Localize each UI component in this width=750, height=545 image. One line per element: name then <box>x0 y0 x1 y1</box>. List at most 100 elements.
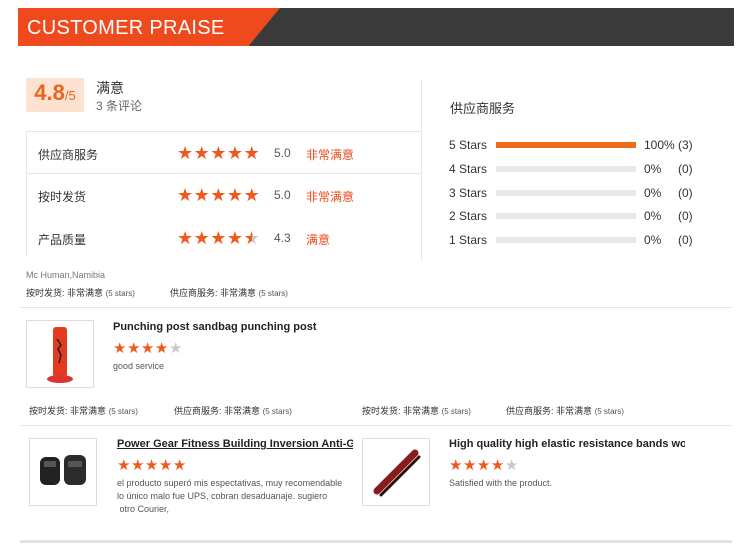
product-stars-resistance-bands: ★★★★★ <box>449 458 519 473</box>
criteria-score-delivery: 5.0 <box>274 188 291 202</box>
product-stars-inversion-boots: ★★★★★ <box>117 458 187 473</box>
review-line: lo único malo fue UPS, cobran desaduanaj… <box>117 491 328 501</box>
review-line: el producto superó mis espectativas, muy… <box>117 478 343 488</box>
dist-label-2: 2 Stars <box>449 209 488 223</box>
star-icon: ★ <box>210 185 227 205</box>
delivery-stars: (5 stars) <box>108 407 138 416</box>
product-delivery-rating: 按时发货: 非常满意 (5 stars) <box>29 404 138 417</box>
dist-label-1: 1 Stars <box>449 233 488 247</box>
product-review-inversion-boots: el producto superó mis espectativas, muy… <box>117 477 342 516</box>
product-title-resistance-bands[interactable]: High quality high elastic resistance ban… <box>449 438 685 450</box>
star-icon: ★ <box>476 457 491 474</box>
service-label: 供应商服务: <box>506 406 554 416</box>
divider <box>26 173 421 174</box>
divider <box>26 131 421 132</box>
divider <box>20 425 732 426</box>
criteria-label-service: 供应商服务 <box>38 148 99 162</box>
product-title-punching-post[interactable]: Punching post sandbag punching post <box>113 321 333 333</box>
resistance-bands-image <box>373 449 421 497</box>
dist-count-2: (0) <box>678 209 693 223</box>
service-value: 非常满意 <box>220 288 257 298</box>
delivery-label: 按时发货: <box>362 406 401 416</box>
star-icon: ★ <box>130 457 145 474</box>
service-stars: (5 stars) <box>258 289 288 298</box>
dist-label-5: 5 Stars <box>449 138 488 152</box>
star-icon: ★ <box>144 457 159 474</box>
dist-bar-1 <box>496 237 636 243</box>
star-icon: ★ <box>210 228 227 248</box>
criteria-label-quality: 产品质量 <box>38 233 87 247</box>
star-icon: ★ <box>462 457 477 474</box>
service-value: 非常满意 <box>556 406 593 416</box>
overall-rating-desc: 满意 <box>96 80 124 96</box>
dist-bar-fill <box>496 142 636 148</box>
product-thumbnail-punching-post[interactable] <box>26 320 94 388</box>
star-icon: ★ <box>210 143 227 163</box>
dist-count-3: (0) <box>678 186 693 200</box>
service-stars: (5 stars) <box>262 407 292 416</box>
service-label: 供应商服务: <box>170 288 218 298</box>
delivery-label: 按时发货: <box>26 288 65 298</box>
bottom-rule <box>20 540 732 543</box>
divider <box>20 307 732 308</box>
overall-rating-badge: 4.8 /5 <box>26 78 84 112</box>
dist-bar-4 <box>496 166 636 172</box>
delivery-stars: (5 stars) <box>105 289 135 298</box>
dist-pct-5: 100% <box>644 138 675 152</box>
reviewer-delivery-rating: 按时发货: 非常满意 (5 stars) <box>26 286 135 299</box>
overall-score-max: /5 <box>64 88 76 103</box>
criteria-text-delivery: 非常满意 <box>306 190 355 204</box>
service-stars: (5 stars) <box>594 407 624 416</box>
star-icon: ★ <box>243 185 261 205</box>
product-review-resistance-bands: Satisfied with the product. <box>449 478 553 488</box>
star-icon: ★ <box>154 340 169 357</box>
reviewer-name: Mc Human,Namibia <box>26 270 106 280</box>
star-icon: ★ <box>193 228 211 248</box>
dist-count-4: (0) <box>678 162 693 176</box>
product-stars-punching-post: ★★★★★ <box>113 341 183 356</box>
star-icon: ★ <box>172 457 187 474</box>
product-delivery-rating: 按时发货: 非常满意 (5 stars) <box>362 404 471 417</box>
product-service-rating: 供应商服务: 非常满意 (5 stars) <box>174 404 292 417</box>
delivery-value: 非常满意 <box>70 406 107 416</box>
product-thumbnail-inversion-boots[interactable] <box>29 438 97 506</box>
criteria-stars-quality: ★★★★★ <box>177 229 260 247</box>
star-icon: ★ <box>226 228 244 248</box>
star-icon: ★ <box>158 457 173 474</box>
delivery-label: 按时发货: <box>29 406 68 416</box>
dist-pct-3: 0% <box>644 186 662 200</box>
review-count: 3 条评论 <box>96 99 143 113</box>
criteria-stars-service: ★★★★★ <box>177 144 260 162</box>
dist-pct-2: 0% <box>644 209 662 223</box>
divider <box>26 131 27 173</box>
star-icon: ★ <box>126 340 141 357</box>
criteria-text-quality: 满意 <box>306 233 331 247</box>
star-icon: ★ <box>504 457 519 474</box>
star-icon: ★ <box>243 143 261 163</box>
star-icon: ★ <box>193 185 211 205</box>
star-icon: ★ <box>117 457 131 474</box>
distribution-title: 供应商服务 <box>450 101 516 116</box>
section-title: CUSTOMER PRAISE <box>27 17 225 39</box>
review-line: otro Courier, <box>117 504 170 514</box>
product-title-inversion-boots[interactable]: Power Gear Fitness Building Inversion An… <box>117 438 353 450</box>
dist-pct-4: 0% <box>644 162 662 176</box>
dist-bar-3 <box>496 190 636 196</box>
inversion-boots-image <box>40 455 86 485</box>
product-review-punching-post: good service <box>113 361 165 371</box>
dist-bar-5 <box>496 142 636 148</box>
reviewer-service-rating: 供应商服务: 非常满意 (5 stars) <box>170 286 288 299</box>
product-thumbnail-resistance-bands[interactable] <box>362 438 430 506</box>
star-icon: ★ <box>177 143 194 163</box>
star-icon: ★ <box>490 457 505 474</box>
criteria-score-quality: 4.3 <box>274 231 291 245</box>
dist-pct-1: 0% <box>644 233 662 247</box>
dist-label-4: 4 Stars <box>449 162 488 176</box>
star-icon: ★ <box>113 340 127 357</box>
delivery-stars: (5 stars) <box>441 407 471 416</box>
criteria-stars-delivery: ★★★★★ <box>177 186 260 204</box>
dist-bar-2 <box>496 213 636 219</box>
divider <box>26 173 27 257</box>
star-icon: ★ <box>177 228 194 248</box>
service-value: 非常满意 <box>224 406 261 416</box>
